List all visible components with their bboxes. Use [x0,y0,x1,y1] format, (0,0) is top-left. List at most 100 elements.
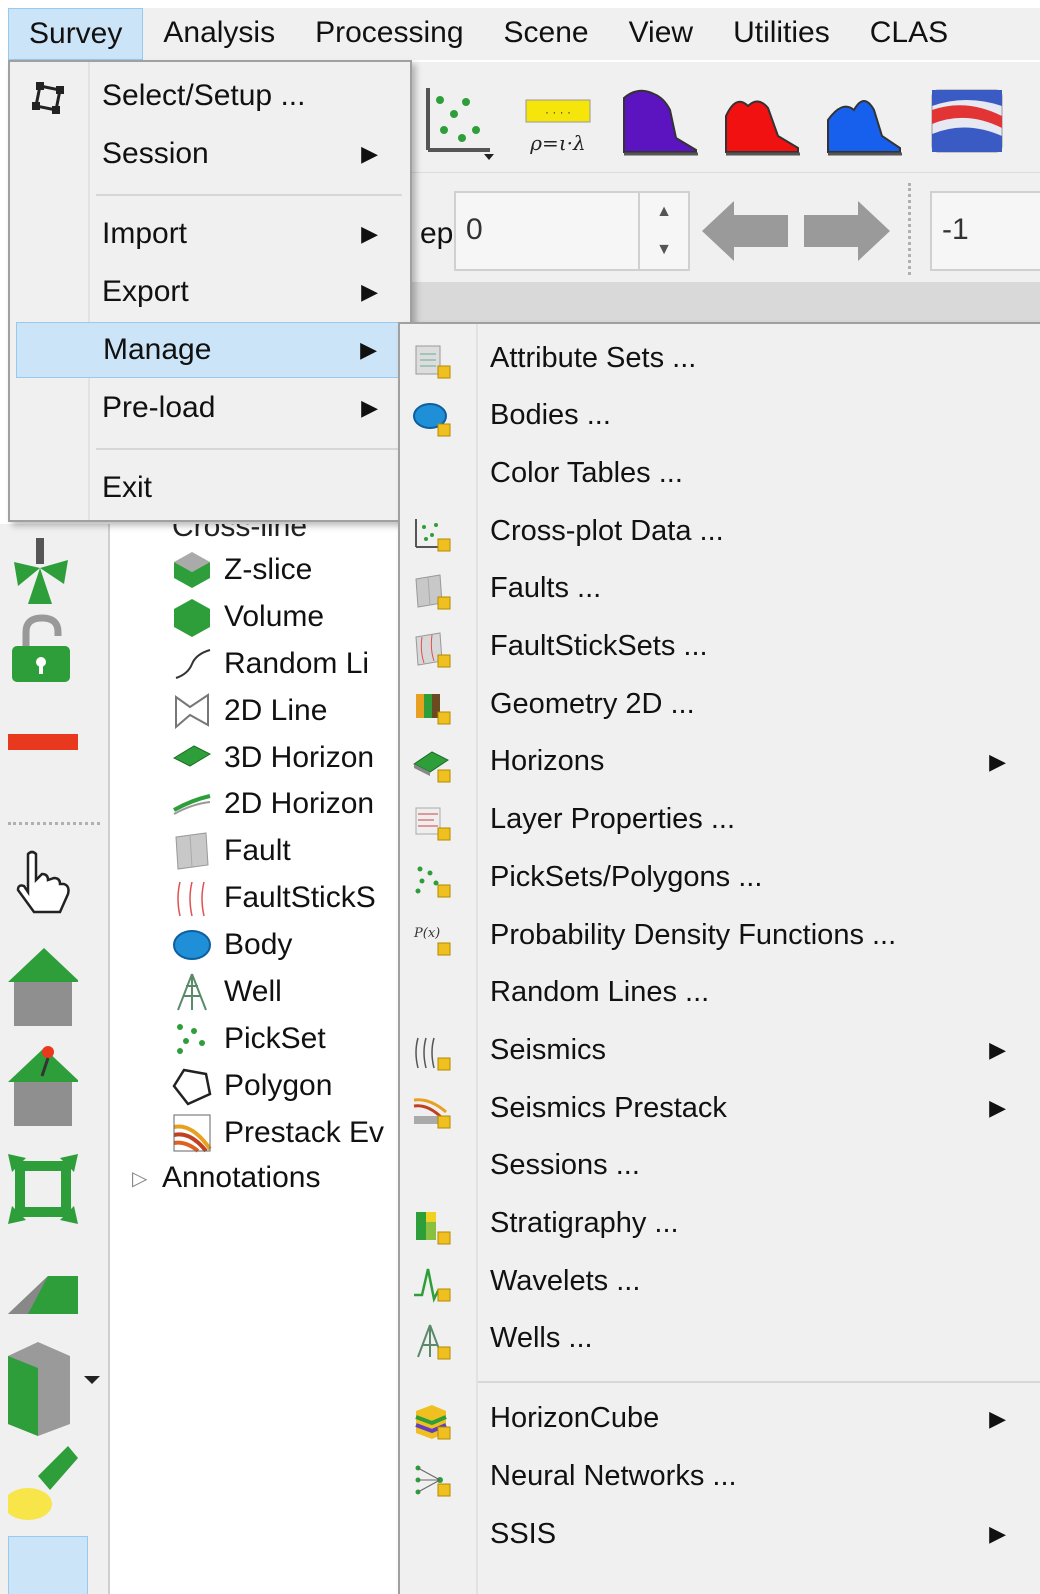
tree-item-crossline[interactable]: Cross-line [172,524,307,544]
tree-item-polygon[interactable]: Polygon [172,1064,332,1108]
menu-item-select-setup[interactable]: Select/Setup ... [16,68,402,124]
manage-item-bodies[interactable]: Bodies ... [400,388,1040,444]
view-all-icon[interactable] [8,1154,78,1224]
pickset-icon [177,1024,205,1054]
bodies-icon [413,402,451,437]
menu-view[interactable]: View [609,8,713,60]
set-home-view-icon[interactable] [8,1042,78,1132]
prestack-events-icon [173,1114,212,1153]
manage-item-attribute-sets[interactable]: Attribute Sets ... [400,330,1040,386]
tree-item-volume[interactable]: Volume [172,595,324,639]
menu-item-label: Pre-load [102,391,216,424]
flashlight-icon[interactable] [8,1446,78,1526]
menu-item-label: Probability Density Functions ... [490,918,897,951]
menu-analysis[interactable]: Analysis [143,8,295,60]
menu-item-manage[interactable]: Manage ▶ [16,322,402,378]
menu-survey[interactable]: Survey [8,8,144,60]
manage-item-wells[interactable]: Wells ... [400,1311,1040,1367]
rho-attribute-icon[interactable]: · · · · ρ=ι·λ [520,80,600,160]
step-value[interactable]: 0 [466,213,483,247]
manage-item-random-lines[interactable]: Random Lines ... [400,965,1040,1021]
manage-item-probability-density-functions[interactable]: P(x) Probability Density Functions ... [400,907,1040,963]
menu-item-label: Select/Setup ... [102,79,306,112]
menu-item-session[interactable]: Session ▶ [16,126,402,182]
submenu-arrow-icon: ▶ [360,337,377,362]
tree-item-2d-line[interactable]: 2D Line [172,689,327,733]
menu-item-import[interactable]: Import ▶ [16,206,402,262]
tree-item-random-line[interactable]: Random Li [172,642,369,686]
spin-down-icon[interactable]: ▼ [640,231,688,269]
manage-item-wavelets[interactable]: Wavelets ... [400,1253,1040,1309]
hand-pointer-icon[interactable] [8,846,78,916]
select-setup-icon [32,82,64,114]
tree-item-fault[interactable]: Fault [172,829,291,873]
polygon-icon [172,1068,212,1106]
tree-item-well[interactable]: Well [172,970,282,1014]
colortable-icon[interactable] [926,80,1006,160]
menu-utilities[interactable]: Utilities [713,8,850,60]
tree-item-3d-horizon[interactable]: 3D Horizon [172,736,374,780]
active-tool-button[interactable] [8,1536,88,1594]
manage-item-layer-properties[interactable]: Layer Properties ... [400,792,1040,848]
manage-item-ssis[interactable]: SSIS ▶ [400,1506,1040,1562]
spin-up-icon[interactable]: ▲ [640,193,688,231]
unlock-icon[interactable] [8,614,78,684]
arrow-left-icon[interactable] [702,201,788,261]
perspective-plane-icon[interactable] [8,1254,78,1324]
fault-icon [175,832,209,870]
step-spinbox[interactable]: 0 ▲ ▼ [454,191,690,271]
manage-item-neural-networks[interactable]: Neural Networks ... [400,1448,1040,1504]
toolbar-grip[interactable] [908,183,914,275]
cube-view-icon[interactable] [8,1336,100,1436]
manage-item-horizoncube[interactable]: HorizonCube ▶ [400,1391,1040,1447]
menu-processing[interactable]: Processing [295,8,483,60]
tree-item-label: Polygon [224,1069,333,1102]
submenu-arrow-icon: ▶ [989,1037,1006,1063]
menu-item-label: FaultStickSets ... [490,630,708,662]
arrow-right-icon[interactable] [804,201,890,261]
menu-bar: Survey Analysis Processing Scene View Ut… [8,8,1040,60]
tree-item-body[interactable]: Body [172,923,292,967]
menu-scene[interactable]: Scene [484,8,609,60]
tree-item-label: Z-slice [224,553,313,586]
tree-item-annotations[interactable]: ▷ Annotations [132,1156,320,1200]
tree-item-label: 2D Line [224,694,328,727]
manage-item-geometry-2d[interactable]: Geometry 2D ... [400,676,1040,732]
home-view-icon[interactable] [8,942,78,1032]
manage-item-faults[interactable]: Faults ... [400,561,1040,617]
expand-triangle-icon[interactable]: ▷ [132,1166,162,1191]
manage-item-faultsticksets[interactable]: FaultStickSets ... [400,619,1040,675]
menu-item-label: Exit [102,471,153,504]
manage-item-seismics[interactable]: Seismics ▶ [400,1022,1040,1078]
picksets-icon [415,866,451,898]
tree-item-label: 2D Horizon [224,787,375,820]
move-tool-icon[interactable] [8,538,78,608]
menu-clas[interactable]: CLAS [850,8,968,60]
manage-item-picksets-polygons[interactable]: PickSets/Polygons ... [400,849,1040,905]
tree-item-label: Prestack Ev [224,1116,385,1149]
manage-item-color-tables[interactable]: Color Tables ... [400,445,1040,501]
tree-item-prestack-events[interactable]: Prestack Ev [172,1111,384,1155]
tree-item-pickset[interactable]: PickSet [172,1017,326,1061]
spin-buttons: ▲ ▼ [638,193,688,269]
spectrum-blue-icon[interactable] [824,80,904,160]
manage-item-sessions[interactable]: Sessions ... [400,1138,1040,1194]
manage-item-horizons[interactable]: Horizons ▶ [400,734,1040,790]
tree-item-2d-horizon[interactable]: 2D Horizon [172,782,374,826]
crossplot-tool-icon[interactable] [418,80,498,160]
menu-item-exit[interactable]: Exit [16,460,402,516]
manage-item-seismics-prestack[interactable]: Seismics Prestack ▶ [400,1080,1040,1136]
menu-item-label: Manage [103,333,212,366]
svg-text:· · · ·: · · · · [545,105,571,119]
manage-item-cross-plot-data[interactable]: Cross-plot Data ... [400,503,1040,559]
slice-field[interactable]: -1 [930,191,1040,271]
menu-separator [96,448,402,450]
ruler-tool-icon[interactable] [8,724,78,764]
spectrum-red-icon[interactable] [722,80,802,160]
tree-item-faultsticksets[interactable]: FaultStickS [172,876,376,920]
tree-item-zslice[interactable]: Z-slice [172,548,312,592]
manage-item-stratigraphy[interactable]: Stratigraphy ... [400,1196,1040,1252]
spectrum-purple-icon[interactable] [620,80,700,160]
menu-item-preload[interactable]: Pre-load ▶ [16,380,402,436]
menu-item-export[interactable]: Export ▶ [16,264,402,320]
